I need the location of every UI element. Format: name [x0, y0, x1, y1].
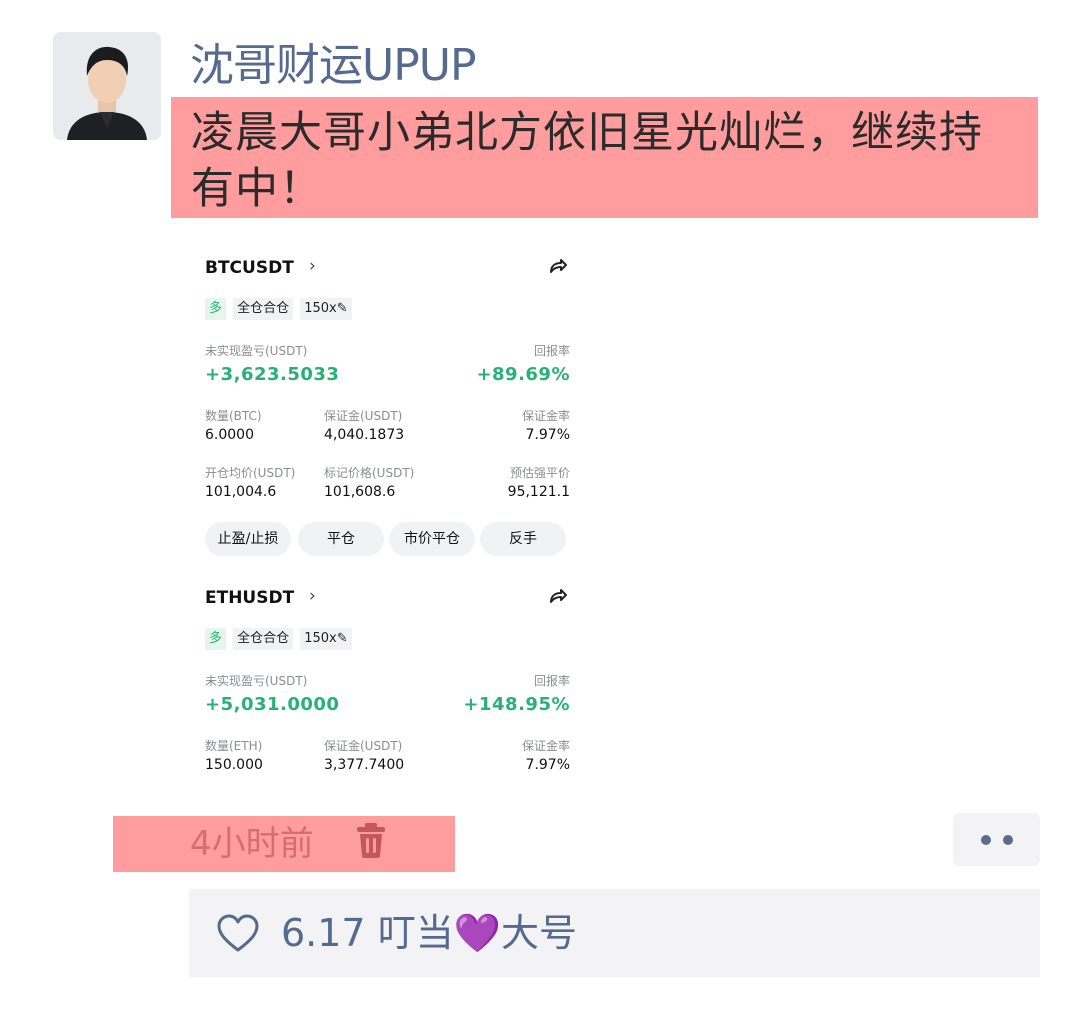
margin-label: 保证金(USDT): [324, 739, 403, 753]
liquidation-price-value: 95,121.1: [507, 484, 570, 500]
more-icon: [981, 835, 991, 845]
margin-ratio-label: 保证金率: [521, 739, 570, 753]
close-position-button[interactable]: 平仓: [298, 522, 384, 556]
avatar-image: [53, 32, 161, 140]
position-screenshot[interactable]: BTCUSDT › 多 全仓合仓 150x✎ 未实现盈亏(USDT) 回报率 +…: [190, 240, 590, 800]
position-tags: 多 全仓合仓 150x✎: [205, 628, 354, 650]
position-tags: 多 全仓合仓 150x✎: [205, 298, 354, 320]
quantity-value: 150.000: [205, 757, 263, 773]
unrealized-pnl-value: +5,031.0000: [205, 694, 340, 715]
roe-value: +148.95%: [463, 694, 570, 715]
username[interactable]: 沈哥财运UPUP: [190, 38, 476, 94]
entry-price-value: 101,004.6: [205, 484, 277, 500]
chevron-right-icon: ›: [309, 256, 316, 276]
post-time: 4小时前: [190, 824, 314, 864]
margin-label: 保证金(USDT): [324, 409, 403, 423]
market-close-button[interactable]: 市价平仓: [389, 522, 475, 556]
post-text: 凌晨大哥小弟北方依旧星光灿烂，继续持有中！: [171, 97, 1038, 218]
roe-label: 回报率: [533, 674, 570, 688]
more-button[interactable]: [953, 813, 1040, 866]
quantity-label: 数量(ETH): [205, 739, 263, 753]
margin-ratio-value: 7.97%: [525, 757, 570, 773]
symbol-label: BTCUSDT: [205, 258, 294, 278]
leverage-tag: 150x✎: [300, 298, 352, 320]
unrealized-pnl-label: 未实现盈亏(USDT): [205, 344, 308, 358]
position-card-btc: BTCUSDT › 多 全仓合仓 150x✎ 未实现盈亏(USDT) 回报率 +…: [205, 240, 570, 560]
margin-ratio-value: 7.97%: [525, 427, 570, 443]
margin-ratio-label: 保证金率: [521, 409, 570, 423]
long-tag: 多: [205, 628, 227, 650]
share-icon: [550, 259, 567, 273]
heart-outline-icon[interactable]: [216, 913, 260, 953]
avatar[interactable]: [53, 32, 161, 140]
tp-sl-button[interactable]: 止盈/止损: [205, 522, 291, 556]
leverage-value: 150x: [304, 631, 337, 646]
margin-value: 4,040.1873: [324, 427, 405, 443]
unrealized-pnl-label: 未实现盈亏(USDT): [205, 674, 308, 688]
trash-icon[interactable]: [354, 820, 388, 860]
leverage-value: 150x: [304, 301, 337, 316]
more-icon: [1003, 835, 1013, 845]
likes-bar: 6.17 叮当💜大号: [189, 889, 1040, 977]
margin-mode-tag: 全仓合仓: [233, 628, 294, 650]
long-tag: 多: [205, 298, 227, 320]
entry-price-label: 开仓均价(USDT): [205, 466, 296, 480]
reverse-button[interactable]: 反手: [480, 522, 566, 556]
edit-icon: ✎: [336, 631, 348, 646]
margin-value: 3,377.7400: [324, 757, 405, 773]
roe-label: 回报率: [533, 344, 570, 358]
margin-mode-tag: 全仓合仓: [233, 298, 294, 320]
quantity-value: 6.0000: [205, 427, 254, 443]
mark-price-value: 101,608.6: [324, 484, 396, 500]
share-icon: [550, 589, 567, 603]
edit-icon: ✎: [336, 301, 348, 316]
mark-price-label: 标记价格(USDT): [324, 466, 415, 480]
chevron-right-icon: ›: [309, 586, 316, 606]
leverage-tag: 150x✎: [300, 628, 352, 650]
position-card-eth: ETHUSDT › 多 全仓合仓 150x✎ 未实现盈亏(USDT) 回报率 +…: [205, 570, 570, 790]
likes-text[interactable]: 6.17 叮当💜大号: [281, 909, 577, 957]
symbol-label: ETHUSDT: [205, 588, 295, 608]
roe-value: +89.69%: [476, 364, 570, 385]
liquidation-price-label: 预估强平价: [509, 466, 570, 480]
unrealized-pnl-value: +3,623.5033: [205, 364, 340, 385]
quantity-label: 数量(BTC): [205, 409, 262, 423]
